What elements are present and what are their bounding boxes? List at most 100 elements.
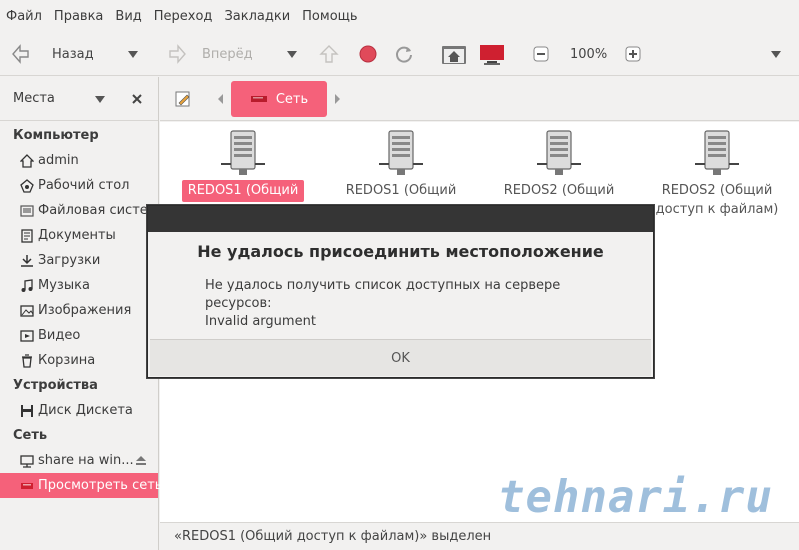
up-button[interactable] xyxy=(318,32,340,76)
reload-icon xyxy=(396,46,412,63)
watermark: tehnari.ru xyxy=(498,472,773,523)
sidebar-section-computer: Компьютер xyxy=(13,128,99,143)
file-item-label: REDOS1 (Общий xyxy=(345,183,457,198)
server-icon xyxy=(537,130,581,175)
home-icon xyxy=(20,153,34,168)
file-item-label: REDOS2 (Общий xyxy=(503,183,615,198)
server-icon xyxy=(221,130,265,175)
back-history-dropdown[interactable] xyxy=(128,32,138,76)
toolbar-overflow-button[interactable] xyxy=(771,32,781,76)
sidebar-item-label: share на win... xyxy=(38,453,134,468)
sidebar-item-trash[interactable]: Корзина xyxy=(0,348,158,373)
menu-help[interactable]: Помощь xyxy=(296,9,363,24)
sidebar-item-desktop[interactable]: Рабочий стол xyxy=(0,173,158,198)
edit-location-icon[interactable] xyxy=(174,90,192,108)
error-dialog: Не удалось присоединить местоположение Н… xyxy=(147,205,654,378)
sidebar-item-label: Изображения xyxy=(38,303,132,318)
sidebar-header: Места xyxy=(0,77,158,121)
dialog-titlebar[interactable] xyxy=(148,206,653,232)
file-item-label: REDOS1 (Общий xyxy=(181,180,305,202)
sidebar-item-label: Диск Дискета xyxy=(38,403,133,418)
sidebar-item-label: Видео xyxy=(38,328,81,343)
sidebar-type-dropdown[interactable] xyxy=(95,96,105,103)
zoom-in-button[interactable] xyxy=(624,32,642,76)
desktop-icon xyxy=(20,178,34,193)
sidebar-item-label: Документы xyxy=(38,228,116,243)
menu-file[interactable]: Файл xyxy=(0,9,48,24)
sidebar-item-label: Просмотреть сеть xyxy=(38,478,163,493)
sidebar-item-admin[interactable]: admin xyxy=(0,148,158,173)
chevron-down-icon xyxy=(128,50,138,58)
sidebar-item-pictures[interactable]: Изображения xyxy=(0,298,158,323)
sidebar-section-network: Сеть xyxy=(13,428,48,443)
downloads-icon xyxy=(21,254,33,267)
floppy-icon xyxy=(21,404,33,417)
menu-edit[interactable]: Правка xyxy=(48,9,109,24)
menu-view[interactable]: Вид xyxy=(109,9,147,24)
dialog-title: Не удалось присоединить местоположение xyxy=(197,242,604,261)
reload-button[interactable] xyxy=(393,32,415,76)
forward-label: Вперёд xyxy=(202,46,253,62)
dialog-message-line: Не удалось получить список доступных на … xyxy=(205,278,561,311)
sidebar-item-label: Корзина xyxy=(38,353,96,368)
sidebar-item-label: admin xyxy=(38,153,79,168)
sidebar: Места Компьютер admin Рабочий стол Файло… xyxy=(0,77,162,550)
sidebar-item-label: Рабочий стол xyxy=(38,178,130,193)
zoom-out-button[interactable] xyxy=(532,32,550,76)
sidebar-item-label: Загрузки xyxy=(38,253,101,268)
toolbar: Назад Вперёд 100% xyxy=(0,32,799,76)
zoom-level-label: 100% xyxy=(570,46,608,62)
music-icon xyxy=(21,278,33,292)
file-item[interactable]: REDOS1 (Общий xyxy=(168,122,318,202)
forward-history-dropdown[interactable] xyxy=(287,32,297,76)
trash-icon xyxy=(22,353,32,368)
breadcrumb-network[interactable]: Сеть xyxy=(231,81,327,117)
back-label: Назад xyxy=(52,46,94,62)
chevron-right-icon[interactable] xyxy=(334,93,342,105)
home-folder-icon xyxy=(442,46,466,64)
menu-bookmarks[interactable]: Закладки xyxy=(218,9,296,24)
file-item-label-line2: доступ к файлам) xyxy=(655,202,779,217)
sidebar-item-documents[interactable]: Документы xyxy=(0,223,158,248)
file-item[interactable]: REDOS2 (Общий xyxy=(484,122,634,202)
network-icon xyxy=(21,482,33,489)
close-icon[interactable] xyxy=(131,93,143,105)
pictures-icon xyxy=(20,304,34,317)
file-item[interactable]: REDOS2 (Общий доступ к файлам) xyxy=(642,122,792,221)
home-button[interactable] xyxy=(441,32,467,76)
network-share-icon xyxy=(20,454,34,468)
server-icon xyxy=(379,130,423,175)
sidebar-item-browse-network[interactable]: Просмотреть сеть xyxy=(0,473,162,498)
dialog-message: Не удалось получить список доступных на … xyxy=(205,277,625,331)
back-button[interactable]: Назад xyxy=(10,32,94,76)
zoom-in-icon xyxy=(625,46,641,62)
dialog-message-detail: Invalid argument xyxy=(205,314,316,329)
sidebar-section-devices: Устройства xyxy=(13,378,98,393)
sidebar-item-downloads[interactable]: Загрузки xyxy=(0,248,158,273)
eject-icon[interactable] xyxy=(135,455,147,466)
sidebar-item-video[interactable]: Видео xyxy=(0,323,158,348)
menu-go[interactable]: Переход xyxy=(148,9,219,24)
sidebar-item-music[interactable]: Музыка xyxy=(0,273,158,298)
chevron-down-icon xyxy=(287,50,297,58)
sidebar-item-network-share[interactable]: share на win... xyxy=(0,448,158,473)
back-arrow-icon xyxy=(12,44,29,64)
file-item[interactable]: REDOS1 (Общий xyxy=(326,122,476,202)
sidebar-item-label: Музыка xyxy=(38,278,90,293)
server-icon xyxy=(695,130,739,175)
video-icon xyxy=(20,329,34,342)
status-bar: «REDOS1 (Общий доступ к файлам)» выделен xyxy=(160,522,799,550)
stop-button[interactable] xyxy=(357,32,379,76)
zoom-out-icon xyxy=(533,46,549,62)
sidebar-item-filesystem[interactable]: Файловая систе... xyxy=(0,198,160,223)
chevron-left-icon[interactable] xyxy=(216,93,224,105)
forward-button[interactable]: Вперёд xyxy=(162,32,253,76)
chevron-down-icon xyxy=(771,50,781,58)
sidebar-item-floppy[interactable]: Диск Дискета xyxy=(0,398,158,423)
ok-button[interactable]: OK xyxy=(150,339,651,376)
up-arrow-icon xyxy=(319,45,339,63)
sidebar-title: Места xyxy=(13,91,55,106)
computer-button[interactable] xyxy=(479,32,505,76)
zoom-level[interactable]: 100% xyxy=(570,32,607,76)
network-icon xyxy=(250,96,267,102)
